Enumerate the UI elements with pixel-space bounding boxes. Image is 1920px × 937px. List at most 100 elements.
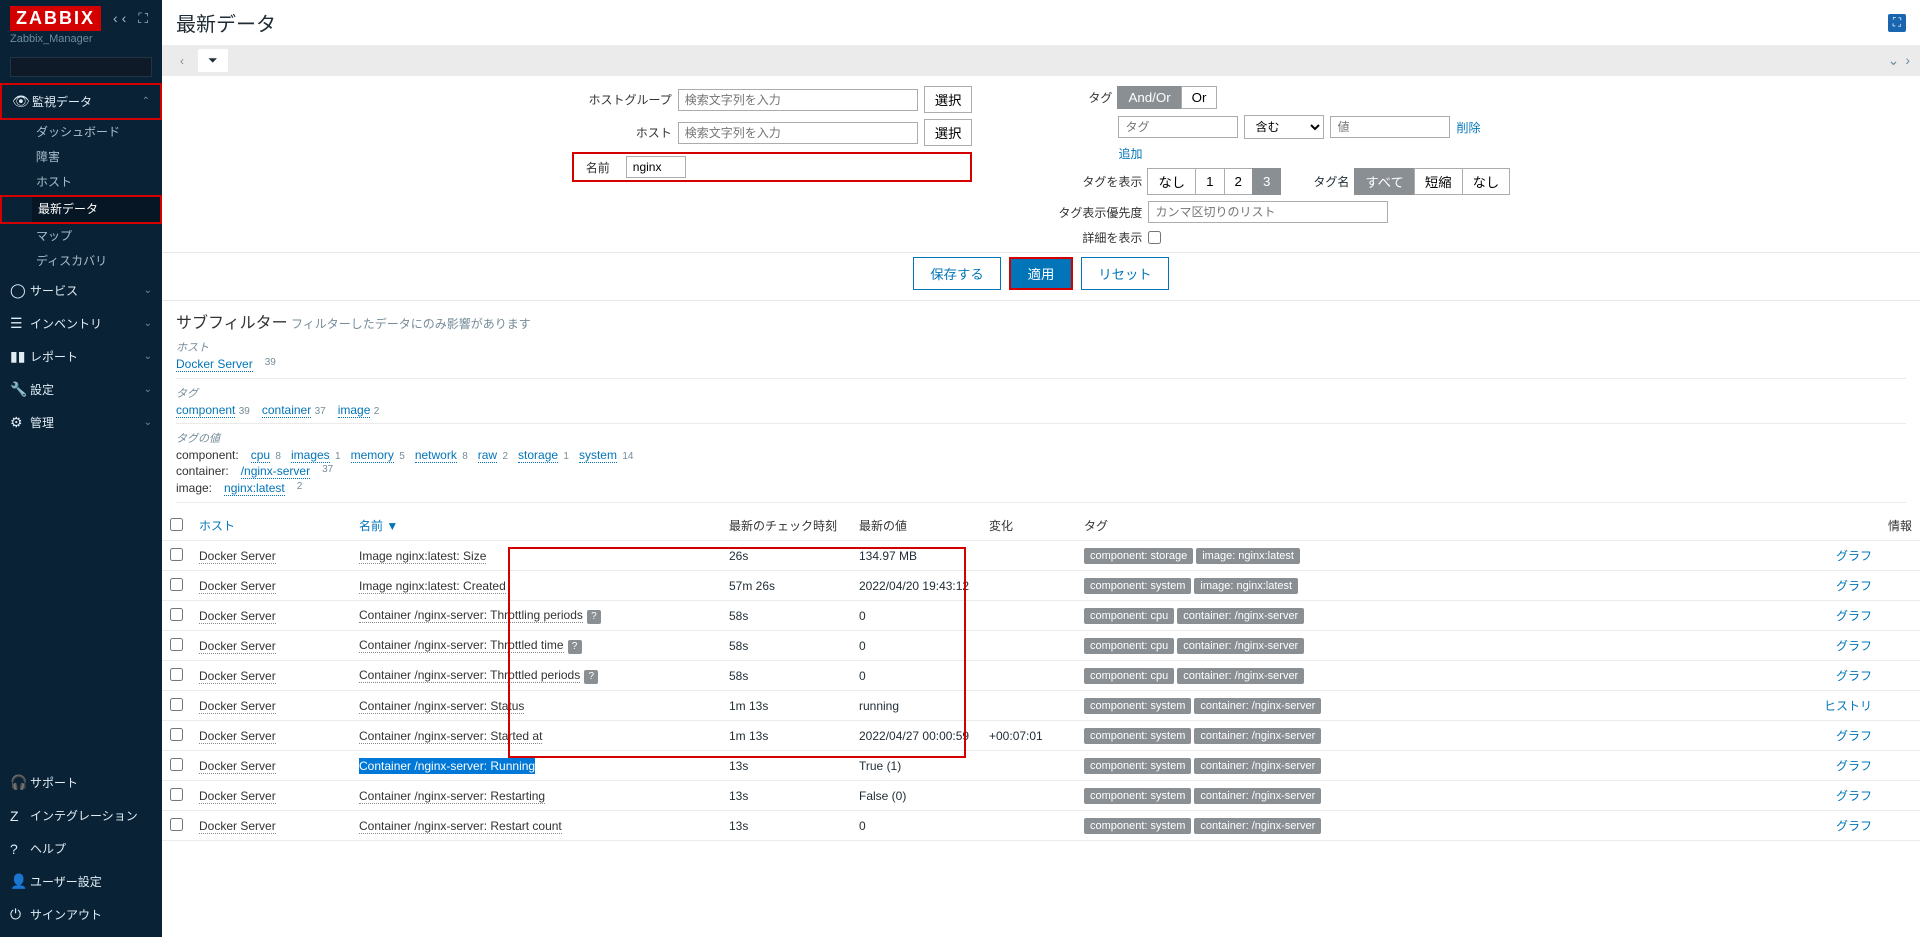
sf-component-link[interactable]: images — [291, 448, 330, 463]
sf-component-link[interactable]: system — [579, 448, 617, 463]
tag-chip[interactable]: container: /nginx-server — [1177, 668, 1304, 684]
tag-chip[interactable]: container: /nginx-server — [1194, 758, 1321, 774]
sf-container-link[interactable]: /nginx-server — [241, 464, 310, 479]
tag-add-link[interactable]: 追加 — [1118, 145, 1142, 162]
tag-chip[interactable]: container: /nginx-server — [1194, 698, 1321, 714]
nav-latest[interactable]: 最新データ — [32, 197, 160, 222]
action-link[interactable]: グラフ — [1836, 549, 1872, 563]
tag-or-button[interactable]: Or — [1181, 86, 1218, 109]
sf-tag-link[interactable]: component — [176, 403, 235, 418]
row-checkbox[interactable] — [170, 608, 183, 621]
host-link[interactable]: Docker Server — [199, 579, 276, 594]
row-checkbox[interactable] — [170, 758, 183, 771]
tag-chip[interactable]: container: /nginx-server — [1177, 608, 1304, 624]
action-link[interactable]: グラフ — [1836, 579, 1872, 593]
nav-hosts[interactable]: ホスト — [30, 170, 162, 195]
item-link[interactable]: Container /nginx-server: Restart count — [359, 819, 562, 834]
nav-problems[interactable]: 障害 — [30, 145, 162, 170]
apply-button[interactable]: 適用 — [1011, 259, 1072, 288]
nav-discovery[interactable]: ディスカバリ — [30, 249, 162, 274]
kiosk-icon[interactable]: ⛶ — [1888, 14, 1906, 32]
tagprio-input[interactable] — [1148, 201, 1388, 223]
help-icon[interactable]: ? — [568, 640, 582, 654]
tag-chip[interactable]: component: storage — [1084, 548, 1193, 564]
tag-chip[interactable]: container: /nginx-server — [1194, 818, 1321, 834]
tag-delete-link[interactable]: 削除 — [1456, 119, 1480, 136]
action-link[interactable]: グラフ — [1836, 819, 1872, 833]
host-link[interactable]: Docker Server — [199, 699, 276, 714]
sidebar-search[interactable]: 🔍 — [10, 57, 152, 77]
row-checkbox[interactable] — [170, 788, 183, 801]
item-link[interactable]: Container /nginx-server: Restarting — [359, 789, 545, 804]
host-link[interactable]: Docker Server — [199, 639, 276, 654]
nav-user[interactable]: 👤ユーザー設定 — [0, 865, 162, 898]
nav-signout[interactable]: ⏻サインアウト — [0, 898, 162, 931]
row-checkbox[interactable] — [170, 818, 183, 831]
sidebar-search-input[interactable] — [17, 60, 172, 74]
item-link[interactable]: Container /nginx-server: Throttling peri… — [359, 608, 583, 623]
action-link[interactable]: グラフ — [1836, 729, 1872, 743]
action-link[interactable]: ヒストリ — [1824, 699, 1872, 713]
nav-integration[interactable]: Zインテグレーション — [0, 799, 162, 832]
tagshow-1[interactable]: 1 — [1195, 168, 1224, 195]
detail-checkbox[interactable] — [1148, 231, 1161, 244]
nav-monitoring[interactable]: 👁 監視データ ⌃ — [2, 85, 160, 118]
logo[interactable]: ZABBIX — [10, 6, 101, 31]
row-checkbox[interactable] — [170, 548, 183, 561]
tag-andor-button[interactable]: And/Or — [1117, 86, 1181, 109]
reset-button[interactable]: リセット — [1081, 257, 1168, 290]
nav-admin[interactable]: ⚙管理⌄ — [0, 406, 162, 439]
tag-chip[interactable]: component: system — [1084, 728, 1191, 744]
host-link[interactable]: Docker Server — [199, 609, 276, 624]
tag-chip[interactable]: component: cpu — [1084, 668, 1174, 684]
row-checkbox[interactable] — [170, 728, 183, 741]
action-link[interactable]: グラフ — [1836, 609, 1872, 623]
nav-services[interactable]: ◯サービス⌄ — [0, 274, 162, 307]
action-link[interactable]: グラフ — [1836, 669, 1872, 683]
action-link[interactable]: グラフ — [1836, 759, 1872, 773]
item-link[interactable]: Container /nginx-server: Started at — [359, 729, 542, 744]
tag-chip[interactable]: component: system — [1084, 578, 1191, 594]
col-host[interactable]: ホスト — [191, 511, 351, 541]
sf-component-link[interactable]: raw — [478, 448, 497, 463]
item-link[interactable]: Container /nginx-server: Running — [359, 759, 535, 774]
nav-config[interactable]: 🔧設定⌄ — [0, 373, 162, 406]
tag-op-select[interactable]: 含む — [1244, 115, 1324, 139]
row-checkbox[interactable] — [170, 698, 183, 711]
sf-image-link[interactable]: nginx:latest — [224, 481, 285, 496]
help-icon[interactable]: ? — [584, 670, 598, 684]
tab-next[interactable]: › — [1905, 52, 1910, 69]
hostgroup-input[interactable] — [678, 89, 918, 111]
save-button[interactable]: 保存する — [913, 257, 1000, 290]
item-link[interactable]: Image nginx:latest: Size — [359, 549, 486, 564]
sf-component-link[interactable]: memory — [351, 448, 394, 463]
tag-chip[interactable]: container: /nginx-server — [1194, 788, 1321, 804]
sf-component-link[interactable]: cpu — [251, 448, 270, 463]
help-icon[interactable]: ? — [587, 610, 601, 624]
tagshow-none[interactable]: なし — [1147, 168, 1196, 195]
tag-chip[interactable]: component: cpu — [1084, 608, 1174, 624]
sf-component-link[interactable]: storage — [518, 448, 558, 463]
item-link[interactable]: Container /nginx-server: Status — [359, 699, 524, 714]
row-checkbox[interactable] — [170, 668, 183, 681]
tag-value-input[interactable] — [1330, 116, 1450, 138]
nav-maps[interactable]: マップ — [30, 224, 162, 249]
tag-chip[interactable]: image: nginx:latest — [1194, 578, 1298, 594]
filter-tab[interactable]: ⏷ — [198, 49, 228, 72]
tag-chip[interactable]: component: system — [1084, 818, 1191, 834]
tag-chip[interactable]: component: cpu — [1084, 638, 1174, 654]
nav-dashboard[interactable]: ダッシュボード — [30, 120, 162, 145]
tag-chip[interactable]: component: system — [1084, 758, 1191, 774]
action-link[interactable]: グラフ — [1836, 639, 1872, 653]
select-all-checkbox[interactable] — [170, 518, 183, 531]
host-link[interactable]: Docker Server — [199, 549, 276, 564]
sf-tag-link[interactable]: container — [262, 403, 311, 418]
tag-chip[interactable]: container: /nginx-server — [1177, 638, 1304, 654]
hostgroup-select-button[interactable]: 選択 — [924, 86, 973, 113]
tag-chip[interactable]: component: system — [1084, 788, 1191, 804]
nav-help[interactable]: ?ヘルプ — [0, 832, 162, 865]
tagname-all[interactable]: すべて — [1354, 168, 1415, 195]
sf-component-link[interactable]: network — [415, 448, 457, 463]
tag-chip[interactable]: component: system — [1084, 698, 1191, 714]
host-link[interactable]: Docker Server — [199, 819, 276, 834]
